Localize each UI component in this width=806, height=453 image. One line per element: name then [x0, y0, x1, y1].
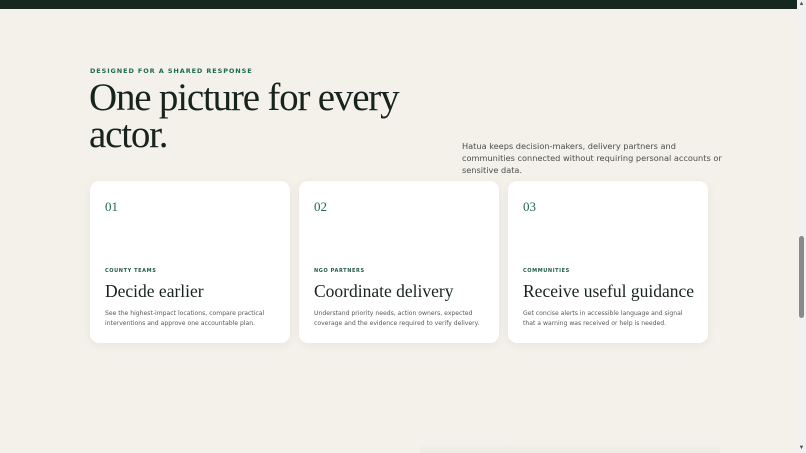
- section-headline: One picture for every actor.: [89, 76, 400, 156]
- card-tag: COUNTY TEAMS: [105, 268, 157, 274]
- card-tag: COMMUNITIES: [523, 268, 570, 274]
- card-title: Decide earlier: [105, 281, 204, 301]
- card-communities: 03 COMMUNITIES Receive useful guidance G…: [508, 181, 708, 343]
- section-eyebrow: DESIGNED FOR A SHARED RESPONSE: [90, 67, 253, 75]
- scroll-down-icon[interactable]: ▼: [797, 444, 806, 453]
- next-section-edge: [420, 444, 720, 453]
- card-title: Receive useful guidance: [523, 281, 695, 301]
- scrollbar-thumb[interactable]: [799, 236, 804, 318]
- card-description: See the highest-impact locations, compar…: [105, 310, 265, 327]
- card-county-teams: 01 COUNTY TEAMS Decide earlier See the h…: [90, 181, 290, 343]
- vertical-scrollbar[interactable]: ▲ ▼: [797, 0, 806, 453]
- card-title: Coordinate delivery: [314, 281, 454, 301]
- scroll-up-icon[interactable]: ▲: [797, 0, 806, 9]
- section-intro: Hatua keeps decision-makers, delivery pa…: [462, 141, 722, 175]
- card-ngo-partners: 02 NGO PARTNERS Coordinate delivery Unde…: [299, 181, 499, 343]
- card-number: 03: [523, 199, 536, 214]
- card-number: 01: [105, 199, 118, 214]
- card-description: Understand priority needs, action owners…: [314, 310, 480, 327]
- top-nav-bar: [0, 0, 797, 9]
- card-number: 02: [314, 199, 327, 214]
- card-description: Get concise alerts in accessible languag…: [523, 310, 683, 327]
- card-tag: NGO PARTNERS: [314, 268, 365, 274]
